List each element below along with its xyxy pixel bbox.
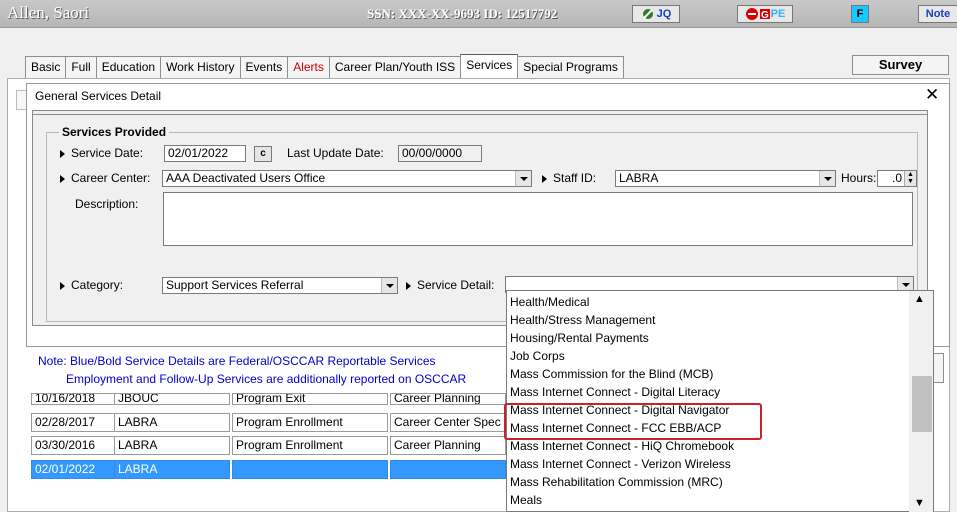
description-textarea[interactable] [163,192,913,246]
description-label: Description: [75,197,139,211]
staff-id-select[interactable]: LABRA [615,170,836,187]
grid-cell-category[interactable]: Career Planning [390,436,506,455]
list-item[interactable]: Mass Internet Connect - Verizon Wireless [510,457,731,471]
notes-button[interactable]: Note [918,5,957,23]
f-button[interactable]: F [851,5,869,23]
last-update-label: Last Update Date: [287,146,384,160]
list-item[interactable]: Health/Stress Management [510,313,655,327]
tab-services[interactable]: Services [460,54,519,78]
arrow-icon [60,281,65,290]
service-date-label: Service Date: [60,146,143,160]
tab-bar: Basic Full Education Work History Events… [25,54,624,78]
pe-icon: G [759,9,770,21]
close-icon[interactable]: ✕ [925,85,939,105]
tab-education[interactable]: Education [95,56,162,78]
grid-cell-type-selected[interactable] [232,460,388,479]
service-detail-dropdown-list: Health/Medical Health/Stress Management … [506,290,934,512]
tab-full[interactable]: Full [65,56,97,78]
tab-basic[interactable]: Basic [25,56,67,78]
grid-cell-staff[interactable]: JBOUC [114,393,230,405]
grid-cell-category[interactable]: Career Planning [390,393,506,405]
tab-alerts[interactable]: Alerts [287,56,330,78]
scrollbar-thumb[interactable] [912,376,932,432]
survey-button[interactable]: Survey [852,55,949,75]
jq-icon [642,9,653,19]
grid-cell-staff-selected[interactable]: LABRA [114,460,230,479]
tab-career-plan[interactable]: Career Plan/Youth ISS [328,56,462,78]
list-item[interactable]: Mass Commission for the Blind (MCB) [510,367,713,381]
list-item[interactable]: Job Corps [510,349,565,363]
grid-cell-type[interactable]: Program Exit [232,393,388,405]
highlight-box [504,403,762,440]
category-label: Category: [60,278,123,292]
scroll-down-icon[interactable]: ▼ [914,497,925,509]
patient-header: Allen, Saori SSN: XXX-XX-9693 ID: 125177… [0,0,957,28]
tab-events[interactable]: Events [239,56,289,78]
dropdown-arrow-icon[interactable] [381,278,397,293]
grid-cell-category-selected[interactable] [390,460,506,479]
service-detail-label: Service Detail: [406,278,494,292]
note-line-2: Employment and Follow-Up Services are ad… [66,372,467,386]
client-name: Allen, Saori [7,3,90,22]
grid-cell-date[interactable]: 02/28/2017 [31,413,115,432]
calendar-button[interactable]: c [254,146,272,162]
grid-cell-date[interactable]: 10/16/2018 [31,393,115,405]
dropdown-arrow-icon[interactable] [819,171,835,186]
career-center-label: Career Center: [60,171,150,185]
group-title: Services Provided [59,125,170,139]
arrow-icon [542,174,547,183]
stop-icon [745,8,758,20]
service-date-field[interactable]: 02/01/2022 [164,145,246,162]
category-select[interactable]: Support Services Referral [162,277,398,294]
last-update-field: 00/00/0000 [398,145,482,162]
hours-label: Hours: [841,171,877,185]
tab-work-history[interactable]: Work History [160,56,241,78]
dropdown-arrow-icon[interactable] [515,171,531,186]
arrow-icon [406,281,411,290]
list-item[interactable]: Mass Internet Connect - HiQ Chromebook [510,439,734,453]
staff-id-label: Staff ID: [542,171,596,185]
dialog-title: General Services Detail [35,89,162,103]
list-item[interactable]: Housing/Rental Payments [510,331,649,345]
pe-button[interactable]: G PE [737,5,793,23]
note-line-1: Note: Blue/Bold Service Details are Fede… [38,354,436,368]
grid-cell-type[interactable]: Program Enrollment [232,436,388,455]
jq-button[interactable]: JQ [632,5,680,23]
svg-text:G: G [761,10,769,21]
grid-cell-staff[interactable]: LABRA [114,413,230,432]
grid-cell-date[interactable]: 03/30/2016 [31,436,115,455]
list-item[interactable]: Meals [510,493,542,507]
list-item[interactable]: Health/Medical [510,295,589,309]
grid-cell-date-selected[interactable]: 02/01/2022 [31,460,115,479]
grid-cell-category[interactable]: Career Center Spec [390,413,506,432]
stepper-arrows-icon[interactable]: ▲ ▼ [904,171,916,186]
career-center-select[interactable]: AAA Deactivated Users Office [162,170,532,187]
tab-special-programs[interactable]: Special Programs [517,56,624,78]
arrow-icon [60,174,65,183]
list-item[interactable]: Mass Rehabilitation Commission (MRC) [510,475,723,489]
ssn-id: SSN: XXX-XX-9693 ID: 12517792 [367,6,558,21]
grid-cell-type[interactable]: Program Enrollment [232,413,388,432]
list-item[interactable]: Mass Internet Connect - Digital Literacy [510,385,720,399]
scroll-up-icon[interactable]: ▲ [914,293,925,305]
grid-cell-staff[interactable]: LABRA [114,436,230,455]
arrow-icon [60,149,65,158]
